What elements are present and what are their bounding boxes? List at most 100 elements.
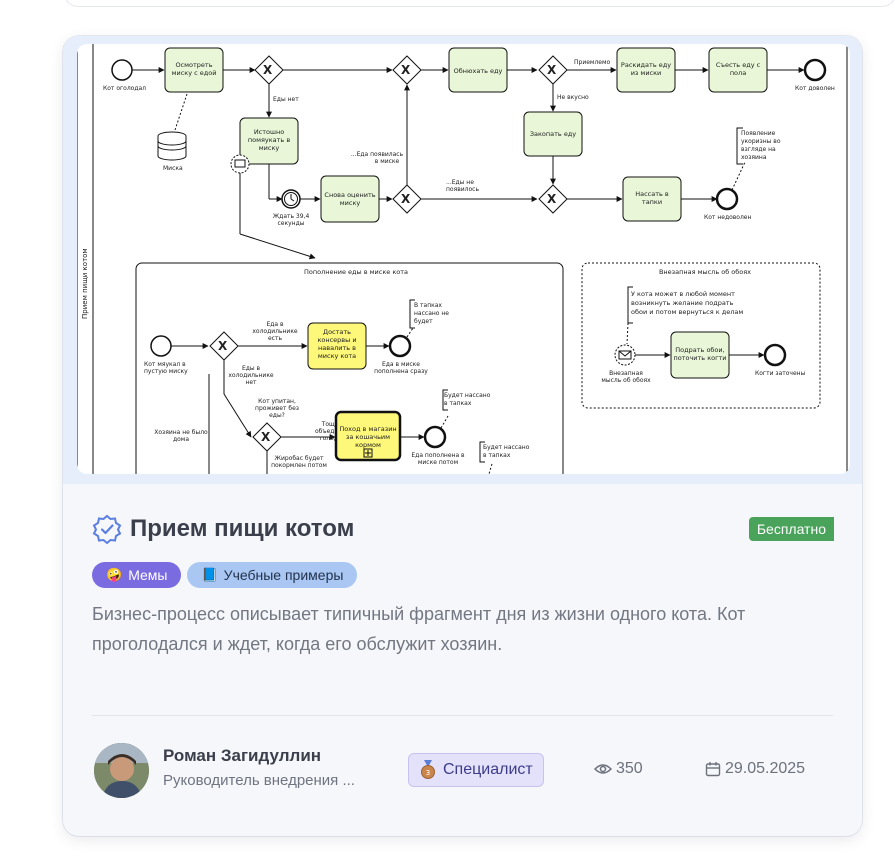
event-annot-line2: возникнуть желание подрать xyxy=(631,299,734,307)
flow-appeared-line2: в миске xyxy=(375,158,400,165)
task-scatter-line1: Раскидать еду xyxy=(621,61,671,69)
flow-appeared-line1: ...Еда появилась xyxy=(351,151,404,158)
sub-get-line3: навалить в xyxy=(318,344,356,352)
svg-text:Появлениеукоризны вовзгляде на: Появление укоризны во взгляде на хозяина xyxy=(741,130,781,161)
task-inspect-line2: миску с едой xyxy=(172,69,217,77)
event-start-line1: Внезапная xyxy=(609,370,643,377)
level-label: Специалист xyxy=(443,761,533,778)
sub-shop-line3: кормом xyxy=(355,441,381,449)
book-icon: 📘 xyxy=(201,567,218,582)
event-annot-line3: обои и потом вернуться к делам xyxy=(631,308,743,316)
end-unhappy-label: Кот недоволен xyxy=(704,214,752,221)
previous-card-edge xyxy=(64,0,895,7)
fridge-no-line3: нет xyxy=(245,379,257,386)
svg-text:Кот мяукал впустую миску: Кот мяукал в пустую миску xyxy=(144,361,188,375)
svg-text:В тапкахнассано небудет: В тапках нассано не будет xyxy=(414,302,449,325)
author-name[interactable]: Роман Загидуллин xyxy=(163,746,321,766)
task-recheck-line2: миску xyxy=(340,199,361,207)
sub-end-fast-line1: Еда в миске xyxy=(382,361,420,368)
author-row: Роман Загидуллин Руководитель внедрения … xyxy=(92,738,833,802)
sub-end-later-line1: Еда пополнена в xyxy=(411,452,465,459)
svg-text:У кота может в любой моментвоз: У кота может в любой момент возникнуть же… xyxy=(631,290,743,316)
pool-label: Прием пищи котом xyxy=(81,248,89,319)
sub-start-line2: пустую миску xyxy=(144,368,188,375)
fat-line1: Жиробас будет xyxy=(274,455,324,462)
svg-text:Еда пополнена вмиске потом: Еда пополнена в миске потом xyxy=(411,452,465,466)
fat-line2: покормлен потом xyxy=(271,462,327,469)
event-task-line2: поточить когти xyxy=(673,354,726,362)
level-badge: 3 Специалист xyxy=(408,753,544,787)
survive-line2: проживет без xyxy=(255,405,299,412)
eye-icon xyxy=(594,764,612,774)
sub-start-line1: Кот мяукал в xyxy=(144,361,186,368)
svg-text:3: 3 xyxy=(426,769,430,777)
task-sniff: Обнюхать еду xyxy=(454,67,503,75)
tag-educational[interactable]: 📘 Учебные примеры xyxy=(187,562,358,588)
event-annot-line1: У кота может в любой момент xyxy=(631,290,735,298)
annotation-hate-line2: укоризны во xyxy=(741,138,781,145)
event-end-label: Когти заточены xyxy=(755,370,806,377)
task-eat-line1: Съесть еду с xyxy=(716,61,761,69)
task-meow-line2: помяукать в xyxy=(248,136,290,144)
sub-get-line1: Достать xyxy=(323,328,351,336)
task-meow-line3: миску xyxy=(259,144,280,152)
start-event xyxy=(111,59,133,81)
fridge-no-line1: Еды в xyxy=(242,365,261,372)
flow-no-food: Еды нет xyxy=(273,96,299,103)
annot-s3-line2: в тапках xyxy=(483,452,511,459)
svg-text:X: X xyxy=(218,339,228,353)
publish-date: 29.05.2025 xyxy=(705,760,805,778)
flow-not-line2: появилось xyxy=(446,186,479,193)
process-title[interactable]: Прием пищи котом xyxy=(130,515,354,543)
preview-frame[interactable]: Прием пищи котом Кот оголодал Осмотреть м… xyxy=(63,36,862,484)
svg-text:X: X xyxy=(401,63,411,77)
survive-line3: еды? xyxy=(269,412,285,419)
task-slippers-line2: тапки xyxy=(642,198,662,206)
svg-text:Жиробас будетпокормлен потом: Жиробас будет покормлен потом xyxy=(271,455,327,469)
crazy-face-icon: 🤪 xyxy=(106,567,123,582)
sub-get-line4: миску кота xyxy=(318,352,356,360)
task-recheck-line1: Снова оценить xyxy=(324,191,375,199)
svg-text:X: X xyxy=(261,430,271,444)
sub-shop-line2: за кошачьим xyxy=(346,433,390,441)
sub-end-fast-line2: пополнена сразу xyxy=(374,368,428,375)
svg-text:Кот упитан,проживет безеды?: Кот упитан, проживет без еды? xyxy=(255,398,299,419)
event-task-line1: Подрать обои, xyxy=(675,346,724,354)
process-card[interactable]: Прием пищи котом Кот оголодал Осмотреть м… xyxy=(63,36,862,836)
verified-badge-icon xyxy=(92,514,122,544)
divider xyxy=(92,715,833,716)
task-inspect-line1: Осмотреть xyxy=(175,61,212,69)
sub-end-later-line2: миске потом xyxy=(418,459,458,466)
svg-text:Хозяина не былодома: Хозяина не было дома xyxy=(154,429,208,443)
flow-not-line1: ...Еды не xyxy=(446,179,474,186)
fridge-yes-line2: холодильнике xyxy=(252,328,298,335)
annot-s2-line1: Будет нассано xyxy=(444,392,491,399)
svg-text:Ждать 39,4секунды: Ждать 39,4 секунды xyxy=(273,213,310,227)
annot-s2-line2: в тапках xyxy=(444,400,472,407)
datastore-label: Миска xyxy=(163,165,183,172)
svg-text:X: X xyxy=(263,63,273,77)
tag-list: 🤪 Мемы 📘 Учебные примеры xyxy=(92,562,358,588)
annot-s3-line1: Будет нассано xyxy=(483,444,530,451)
timer-line1: Ждать 39,4 xyxy=(273,213,310,220)
annotation-hate-line3: взгляде на xyxy=(741,146,776,153)
flow-ok: Приемлемо xyxy=(574,59,610,66)
process-description: Бизнес-процесс описывает типичный фрагме… xyxy=(92,604,746,654)
avatar[interactable] xyxy=(94,743,149,798)
views-counter: 350 xyxy=(594,760,643,778)
tag-memes[interactable]: 🤪 Мемы xyxy=(92,562,182,588)
svg-text:Достатьконсервы инавалить вмис: Достать консервы и навалить в миску кота xyxy=(317,328,356,360)
annot-s1-line1: В тапках xyxy=(414,302,442,309)
task-meow-line1: Истошно xyxy=(254,128,284,136)
end-satisfied-label: Кот доволен xyxy=(795,85,835,92)
svg-text:Внезапнаямысль об обоях: Внезапная мысль об обоях xyxy=(601,370,651,384)
svg-text:X: X xyxy=(547,63,557,77)
event-start-line2: мысль об обоях xyxy=(601,377,651,384)
annot-s1-line2: нассано не xyxy=(414,310,449,317)
svg-text:Еда вхолодильникеесть: Еда в холодильнике есть xyxy=(252,321,298,342)
svg-text:...Еды непоявилось: ...Еды не появилось xyxy=(446,179,479,193)
svg-text:Осмотретьмиску с едой: Осмотреть миску с едой xyxy=(172,61,217,77)
diagram-preview[interactable]: Прием пищи котом Кот оголодал Осмотреть м… xyxy=(77,44,850,474)
tag-memes-label: Мемы xyxy=(128,567,168,583)
sub-get-line2: консервы и xyxy=(317,336,356,344)
